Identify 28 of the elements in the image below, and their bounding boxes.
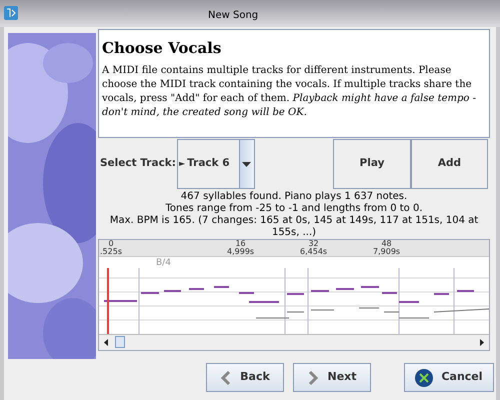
measure-label: B/4: [156, 258, 171, 268]
back-button[interactable]: Back: [206, 363, 284, 392]
time-label: .525s: [100, 248, 122, 256]
description: A MIDI file contains multiple tracks for different instruments. Please choose the MIDI track containing the vocals. If multiple tracks share the vocals, press "Add" for each of them. Playback might have a false tempo - don't mind, the created song will be OK.: [102, 64, 478, 120]
scrollbar-thumb[interactable]: [115, 336, 125, 348]
window-title: New Song: [208, 9, 258, 23]
info-text: Max. BPM is 165. (7 changes: 165 at 0s, 145 at 149s, 117 at 151s, 104 at 155s, ...): [108, 215, 480, 239]
time-label: 4,999s: [227, 248, 254, 256]
info-text: 467 syllables found. Piano plays 1 637 notes.: [180, 191, 408, 203]
next-button[interactable]: Next: [293, 363, 371, 392]
app-icon[interactable]: [4, 6, 18, 20]
heading: Choose Vocals: [102, 38, 222, 59]
cancel-icon: [415, 368, 434, 386]
selected-track: Track 6: [187, 156, 230, 172]
beat-number: 48: [381, 240, 392, 248]
play-button[interactable]: Play: [332, 139, 411, 189]
track-dropdown[interactable]: ► Track 6: [176, 139, 255, 189]
beat-number: 32: [308, 240, 319, 248]
info-text: Tones range from -25 to -1 and lengths from 0 to 0.: [166, 203, 422, 215]
caret-icon: [242, 162, 252, 166]
select-track-label: Select Track:: [100, 156, 176, 172]
time-label: 7,909s: [373, 248, 400, 256]
beat-number: 0: [108, 240, 114, 248]
selection-marker: ►: [178, 158, 186, 170]
cancel-button[interactable]: Cancel: [404, 363, 494, 392]
time-label: 6,454s: [300, 248, 328, 256]
beat-number: 16: [235, 240, 246, 248]
add-button[interactable]: Add: [410, 139, 488, 189]
